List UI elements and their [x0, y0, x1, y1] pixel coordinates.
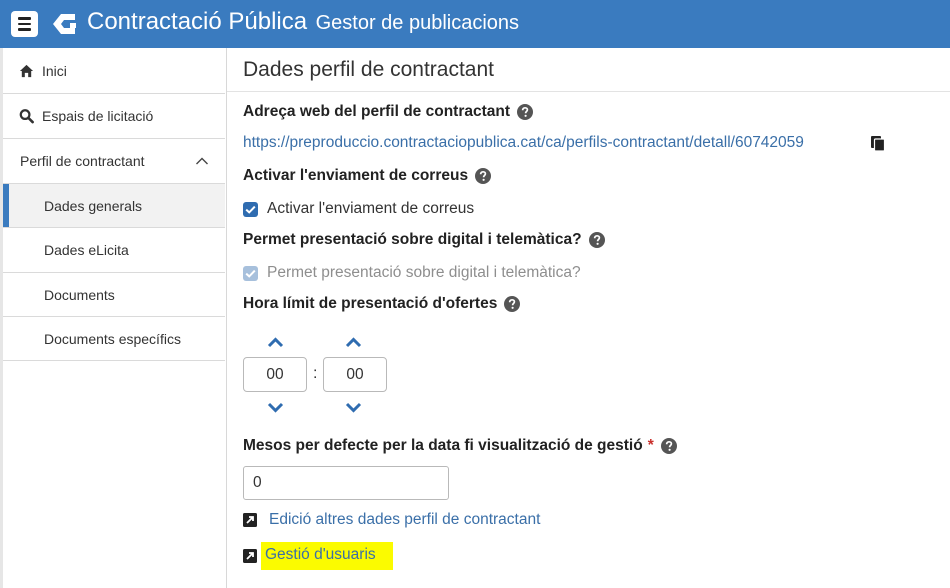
minutes-increment-chevron-up-icon[interactable]	[345, 337, 362, 348]
months-label: Mesos per defecte per la data fi visuali…	[243, 437, 643, 454]
user-management-link[interactable]: Gestió d'usuaris	[243, 542, 393, 570]
sidebar-item-inici[interactable]: Inici	[3, 48, 225, 94]
help-icon[interactable]	[475, 168, 492, 184]
hours-input[interactable]: 00	[243, 357, 307, 392]
help-icon[interactable]	[504, 296, 521, 312]
profile-url-label-row: Adreça web del perfil de contractant	[243, 103, 534, 121]
check-icon	[245, 269, 256, 278]
sidebar-item-dades-elicita[interactable]: Dades eLicita	[3, 228, 225, 273]
sidebar-item-label: Perfil de contractant	[20, 153, 145, 169]
sidebar-item-espais-licitacio[interactable]: Espais de licitació	[3, 94, 225, 139]
sidebar-item-label: Dades generals	[44, 197, 143, 214]
app-brand: Contractació Pública Gestor de publicaci…	[87, 8, 519, 36]
edit-other-data-link[interactable]: Edició altres dades perfil de contractan…	[243, 511, 540, 529]
mail-label: Activar l'enviament de correus	[243, 167, 469, 184]
sidebar-item-documents[interactable]: Documents	[3, 273, 225, 317]
mail-checkbox-label: Activar l'enviament de correus	[267, 200, 475, 217]
sidebar-item-label: Documents específics	[44, 330, 181, 347]
months-input[interactable]: 0	[243, 466, 449, 500]
home-icon	[19, 64, 34, 77]
hamburger-menu-button[interactable]	[11, 11, 38, 37]
help-icon[interactable]	[517, 104, 534, 120]
check-icon	[245, 205, 256, 214]
sidebar-item-perfil-contractant[interactable]: Perfil de contractant	[3, 139, 225, 184]
deadline-label: Hora límit de presentació d'ofertes	[243, 295, 498, 312]
sidebar-item-label: Inici	[42, 62, 67, 79]
title-divider	[227, 91, 950, 92]
digital-checkbox	[243, 265, 258, 281]
sidebar-item-label: Dades eLicita	[44, 242, 129, 258]
top-bar: Contractació Pública Gestor de publicaci…	[0, 0, 950, 48]
digital-label: Permet presentació sobre digital i telem…	[243, 231, 582, 248]
external-link-icon	[243, 513, 257, 527]
page-title: Dades perfil de contractant	[243, 58, 494, 81]
profile-url-label: Adreça web del perfil de contractant	[243, 103, 511, 120]
external-link-icon	[243, 549, 257, 563]
help-icon[interactable]	[588, 232, 605, 248]
sidebar-item-label: Documents	[44, 286, 115, 303]
user-management-label: Gestió d'usuaris	[261, 542, 393, 570]
sidebar-item-label: Espais de licitació	[42, 108, 154, 124]
sidebar: Inici Espais de licitació Perfil de cont…	[0, 48, 227, 588]
copy-icon[interactable]	[870, 135, 886, 152]
minutes-input[interactable]: 00	[323, 357, 387, 392]
minutes-decrement-chevron-down-icon[interactable]	[345, 402, 362, 413]
digital-checkbox-row: Permet presentació sobre digital i telem…	[243, 264, 581, 282]
mail-label-row: Activar l'enviament de correus	[243, 167, 492, 185]
contractacio-logo-icon	[53, 14, 76, 34]
edit-other-data-label: Edició altres dades perfil de contractan…	[269, 511, 541, 528]
deadline-label-row: Hora límit de presentació d'ofertes	[243, 295, 521, 313]
digital-label-row: Permet presentació sobre digital i telem…	[243, 231, 605, 249]
sidebar-item-documents-especifics[interactable]: Documents específics	[3, 317, 225, 361]
hours-decrement-chevron-down-icon[interactable]	[267, 402, 284, 413]
time-separator: :	[313, 365, 318, 382]
help-icon[interactable]	[660, 438, 677, 454]
hours-increment-chevron-up-icon[interactable]	[267, 337, 284, 348]
chevron-up-icon	[196, 157, 208, 165]
months-label-row: Mesos per defecte per la data fi visuali…	[243, 437, 677, 455]
required-marker: *	[647, 437, 654, 454]
app-subtitle: Gestor de publicacions	[315, 12, 520, 34]
app-title: Contractació Pública	[87, 8, 308, 35]
mail-checkbox-row[interactable]: Activar l'enviament de correus	[243, 200, 474, 218]
sidebar-item-dades-generals[interactable]: Dades generals	[3, 184, 225, 228]
search-icon	[19, 109, 34, 124]
mail-checkbox[interactable]	[243, 201, 258, 217]
digital-checkbox-label: Permet presentació sobre digital i telem…	[267, 264, 581, 281]
profile-url-link[interactable]: https://preproduccio.contractaciopublica…	[243, 134, 804, 152]
main-content: Dades perfil de contractant Adreça web d…	[227, 48, 950, 588]
